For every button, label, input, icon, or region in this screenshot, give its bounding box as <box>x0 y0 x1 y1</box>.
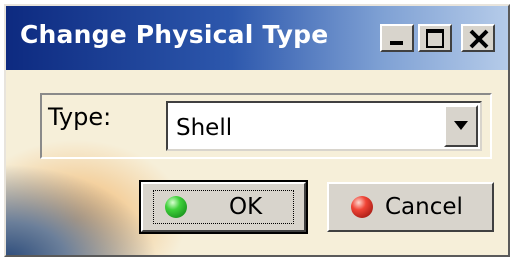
type-label: Type: <box>48 103 112 131</box>
title-bar[interactable]: Change Physical Type <box>6 6 508 70</box>
type-dropdown-value: Shell <box>176 115 233 141</box>
minimize-icon <box>390 41 403 45</box>
type-dropdown[interactable]: Shell <box>166 101 482 151</box>
close-button[interactable] <box>461 24 495 52</box>
minimize-button[interactable] <box>380 24 414 52</box>
cancel-button[interactable]: Cancel <box>327 182 494 232</box>
red-ball-icon <box>351 196 373 218</box>
green-ball-icon <box>165 196 187 218</box>
ok-button-label: OK <box>229 194 263 220</box>
maximize-button[interactable] <box>418 24 452 52</box>
dialog-body: Type: Shell OK Cancel <box>6 70 508 255</box>
change-physical-type-dialog: Change Physical Type Type: Shell OK Canc… <box>4 4 510 257</box>
close-icon <box>469 29 489 49</box>
ok-button[interactable]: OK <box>139 180 308 234</box>
dropdown-arrow-button[interactable] <box>444 105 478 147</box>
chevron-down-icon <box>454 121 468 130</box>
maximize-icon <box>426 29 444 48</box>
window-title: Change Physical Type <box>20 20 329 49</box>
cancel-button-label: Cancel <box>385 194 463 220</box>
type-group: Type: Shell <box>40 93 492 159</box>
